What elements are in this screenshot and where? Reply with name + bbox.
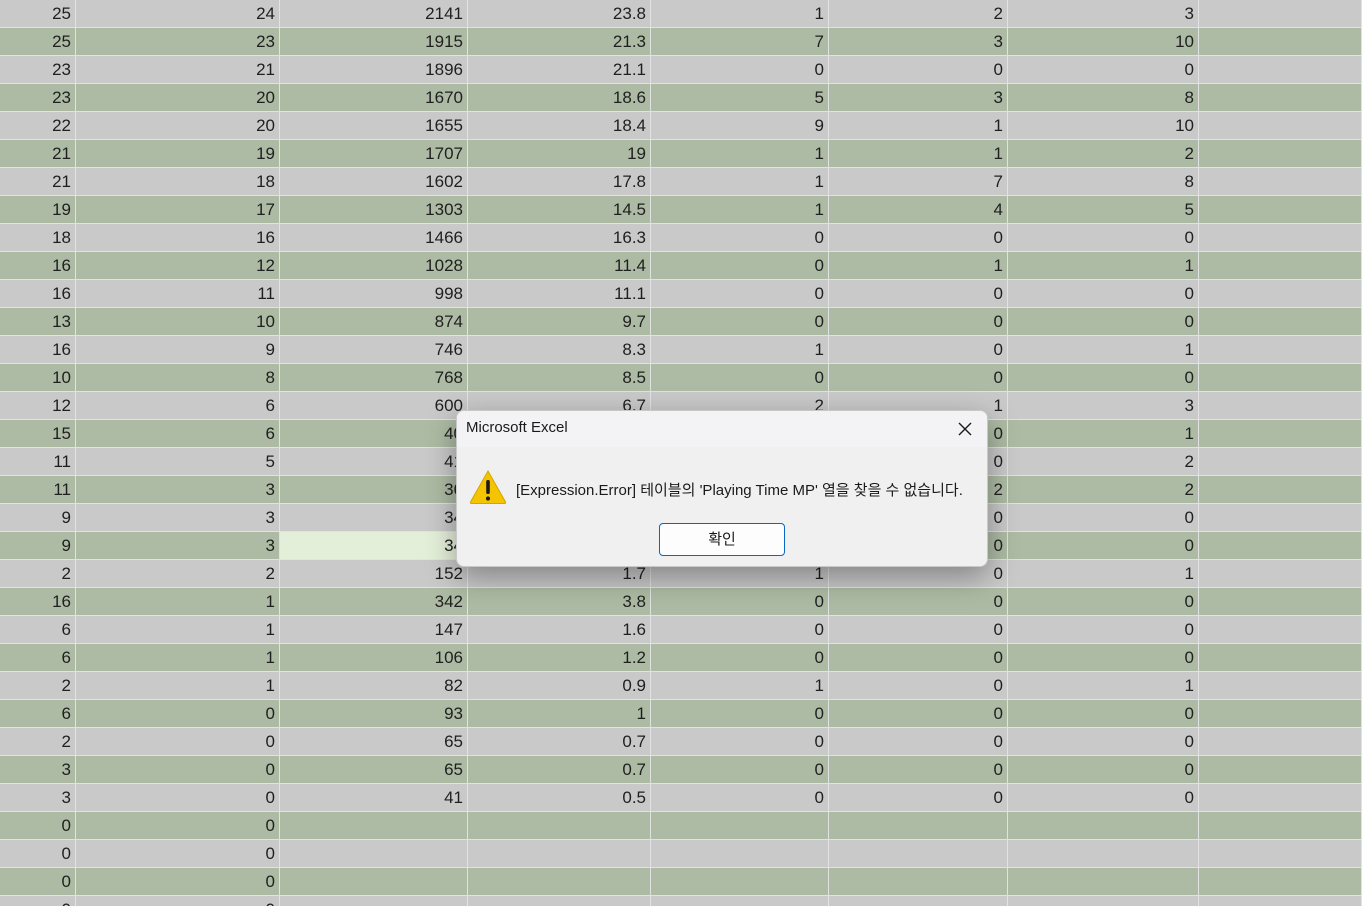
ok-button[interactable]: 확인 [659,523,785,556]
error-message: [Expression.Error] 테이블의 'Playing Time MP… [516,482,963,499]
close-icon [958,422,972,436]
dialog-titlebar: Microsoft Excel [457,411,987,447]
modal-overlay: Microsoft Excel [Expression.Error] 테이블의 … [0,0,1362,906]
error-dialog: Microsoft Excel [Expression.Error] 테이블의 … [456,410,988,567]
warning-icon [469,469,507,504]
dialog-title: Microsoft Excel [466,419,568,436]
close-button[interactable] [943,411,987,447]
